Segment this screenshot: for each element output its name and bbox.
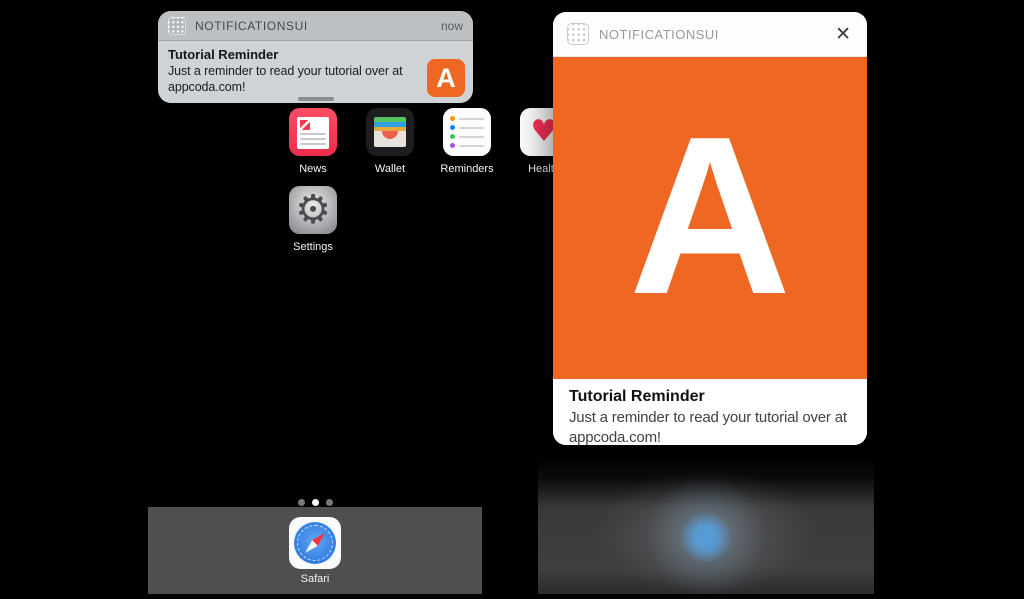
compass-icon (294, 522, 336, 564)
appcoda-letter: A (436, 65, 456, 92)
screenshot-canvas: NOTIFICATIONSUI now Tutorial Reminder Ju… (0, 0, 1024, 599)
expanded-card-header: NOTIFICATIONSUI ✕ (553, 12, 867, 57)
appcoda-hero-image: A (553, 57, 867, 379)
app-label-reminders: Reminders (435, 163, 499, 175)
app-wallet[interactable]: Wallet (358, 108, 422, 175)
notification-banner[interactable]: NOTIFICATIONSUI now Tutorial Reminder Ju… (158, 11, 473, 103)
dock: Safari (148, 507, 482, 594)
app-reminders[interactable]: Reminders (435, 108, 499, 175)
notificationsui-app-icon (567, 23, 589, 45)
app-settings[interactable]: ⚙ Settings (281, 186, 345, 253)
app-label-wallet: Wallet (358, 163, 422, 175)
app-label-settings: Settings (281, 241, 345, 253)
expanded-notification-card[interactable]: NOTIFICATIONSUI ✕ A Tutorial Reminder Ju… (553, 12, 867, 445)
app-safari[interactable]: Safari (283, 517, 347, 585)
expanded-card-footer: Tutorial Reminder Just a reminder to rea… (553, 379, 867, 445)
news-app-icon (289, 108, 337, 156)
notification-title: Tutorial Reminder (168, 47, 425, 62)
notification-banner-body: Tutorial Reminder Just a reminder to rea… (158, 41, 473, 102)
home-screen-panel: NOTIFICATIONSUI now Tutorial Reminder Ju… (148, 0, 482, 594)
appcoda-letter: A (629, 103, 792, 328)
expanded-notification-title: Tutorial Reminder (569, 388, 851, 406)
drag-handle[interactable] (298, 97, 334, 101)
app-news[interactable]: News (281, 108, 345, 175)
app-label-news: News (281, 163, 345, 175)
newspaper-shape (297, 117, 329, 149)
notificationsui-app-icon (168, 17, 186, 35)
gear-icon: ⚙ (295, 190, 331, 230)
page-dot-0 (298, 499, 305, 506)
notification-banner-header: NOTIFICATIONSUI now (158, 11, 473, 41)
banner-app-name: NOTIFICATIONSUI (195, 19, 308, 33)
banner-timestamp: now (441, 19, 463, 33)
settings-app-icon: ⚙ (289, 186, 337, 234)
page-dot-2 (326, 499, 333, 506)
wallet-cards-shape (374, 117, 406, 147)
page-dots[interactable] (148, 499, 482, 506)
appcoda-logo-thumbnail: A (427, 59, 465, 97)
news-logo-glyph (300, 120, 310, 130)
reminders-app-icon (443, 108, 491, 156)
notification-message: Just a reminder to read your tutorial ov… (168, 63, 425, 95)
page-dot-1 (312, 499, 319, 506)
blurred-dock-background (538, 456, 874, 594)
wallet-app-icon (366, 108, 414, 156)
safari-app-icon (289, 517, 341, 569)
close-button[interactable]: ✕ (833, 23, 853, 46)
expanded-app-name: NOTIFICATIONSUI (599, 27, 719, 42)
app-label-safari: Safari (283, 573, 347, 585)
expanded-notification-message: Just a reminder to read your tutorial ov… (569, 408, 851, 445)
